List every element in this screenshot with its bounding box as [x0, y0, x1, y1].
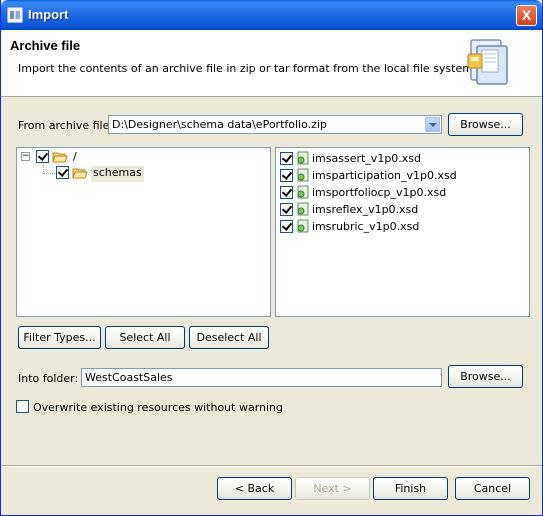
overwrite-checkbox[interactable]	[16, 400, 29, 413]
file-name: imsparticipation_v1p0.xsd	[312, 169, 457, 182]
folder-open-icon	[52, 152, 68, 163]
chevron-down-icon[interactable]	[425, 117, 440, 132]
folder-browse-button[interactable]: Browse...	[448, 365, 523, 388]
filter-types-button[interactable]: Filter Types...	[18, 326, 101, 349]
archive-file-combo[interactable]: D:\Designer\schema data\ePortfolio.zip	[108, 115, 442, 134]
file-name: imsportfoliocp_v1p0.xsd	[312, 186, 447, 199]
schemas-checkbox[interactable]	[56, 166, 69, 179]
file-name: imsrubric_v1p0.xsd	[312, 220, 420, 233]
import-dialog: Import X Archive file Import the content…	[0, 0, 543, 516]
wizard-banner: Archive file Import the contents of an a…	[1, 30, 542, 97]
file-list[interactable]: imsassert_v1p0.xsd imsparticipation_v1p0…	[275, 147, 530, 317]
tree-line	[43, 173, 55, 174]
file-checkbox[interactable]	[280, 169, 293, 182]
page-title: Archive file	[10, 38, 81, 53]
file-checkbox[interactable]	[280, 152, 293, 165]
file-checkbox[interactable]	[280, 203, 293, 216]
into-folder-input[interactable]: WestCoastSales	[81, 368, 442, 387]
file-name: imsreflex_v1p0.xsd	[312, 203, 419, 216]
file-checkbox[interactable]	[280, 186, 293, 199]
xsd-file-icon	[297, 168, 309, 182]
finish-button[interactable]: Finish	[373, 477, 448, 500]
xsd-file-icon	[297, 219, 309, 233]
page-description: Import the contents of an archive file i…	[18, 62, 477, 75]
folder-tree[interactable]: − / schemas	[16, 147, 271, 317]
folder-open-icon	[72, 168, 88, 179]
into-folder-value: WestCoastSales	[85, 371, 173, 384]
xsd-file-icon	[297, 185, 309, 199]
archive-browse-button[interactable]: Browse...	[448, 113, 523, 136]
root-checkbox[interactable]	[36, 150, 49, 163]
xsd-file-icon	[297, 202, 309, 216]
collapse-icon[interactable]: −	[21, 152, 30, 161]
close-button[interactable]: X	[516, 5, 537, 26]
archive-file-value: D:\Designer\schema data\ePortfolio.zip	[112, 118, 327, 131]
archive-import-icon	[467, 39, 508, 85]
deselect-all-button[interactable]: Deselect All	[189, 326, 269, 349]
title-bar[interactable]: Import X	[1, 0, 542, 30]
back-button[interactable]: < Back	[217, 477, 292, 500]
footer-separator	[1, 465, 542, 467]
file-checkbox[interactable]	[280, 220, 293, 233]
xsd-file-icon	[297, 151, 309, 165]
file-name: imsassert_v1p0.xsd	[312, 152, 422, 165]
tree-item-root-label[interactable]: /	[73, 150, 77, 166]
overwrite-label[interactable]: Overwrite existing resources without war…	[33, 401, 283, 414]
next-button[interactable]: Next >	[295, 477, 370, 500]
tree-item-schemas-label[interactable]: schemas	[91, 166, 144, 182]
into-folder-label: Into folder:	[18, 372, 79, 385]
select-all-button[interactable]: Select All	[105, 326, 185, 349]
archive-file-label: From archive file:	[18, 119, 114, 132]
import-window-icon	[7, 7, 23, 23]
cancel-button[interactable]: Cancel	[455, 477, 530, 500]
window-title: Import	[28, 7, 69, 22]
